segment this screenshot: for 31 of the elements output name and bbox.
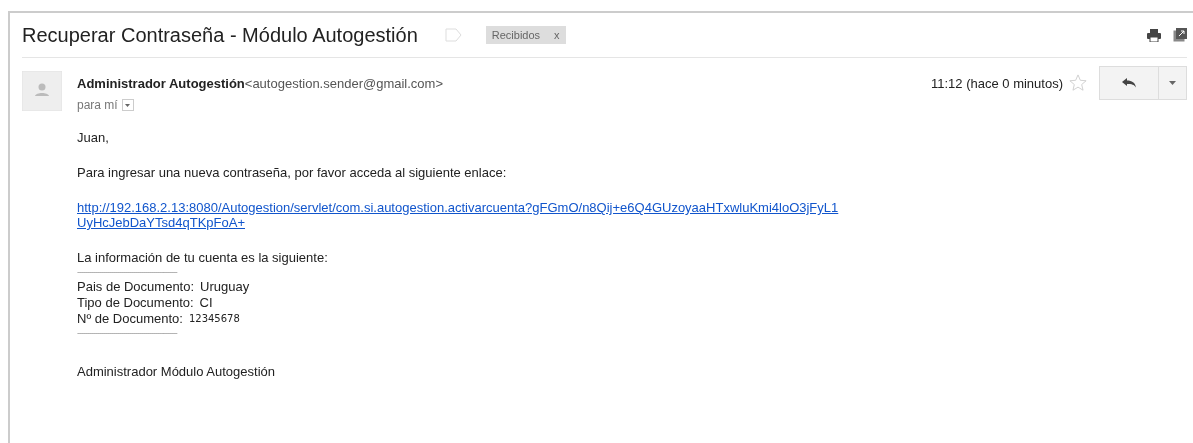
reply-icon — [1122, 78, 1136, 88]
field-value: 12345678 — [188, 312, 240, 326]
label-text: Recibidos — [491, 29, 541, 41]
info-heading: La información de tu cuenta es la siguiente: — [77, 250, 329, 266]
signature-text: Administrador Módulo Autogestión — [77, 364, 276, 379]
recipient-text: para mí — [77, 98, 118, 112]
field-label: Tipo de Documento: — [77, 295, 194, 311]
message-time: 11:12 (hace 0 minutos) — [931, 75, 1063, 91]
field-value: CI — [199, 295, 213, 311]
new-window-icon[interactable] — [1173, 28, 1187, 42]
separator-text: -------------------------------------------------- — [77, 327, 179, 340]
email-subject: Recuperar Contraseña - Módulo Autogestión — [22, 23, 418, 47]
reply-button[interactable] — [1099, 66, 1159, 100]
field-label: Pais de Documento: — [77, 279, 195, 295]
intro-text: Para ingresar una nueva contraseña, por favor acceda al siguiente enlace: — [77, 165, 508, 180]
remove-label-button[interactable]: x — [554, 29, 560, 41]
print-icon[interactable] — [1147, 28, 1161, 42]
star-icon[interactable] — [1069, 74, 1087, 92]
details-dropdown[interactable] — [121, 99, 134, 111]
reset-link[interactable]: http://192.168.2.13:8080/Autogestion/servlet/com.si.autogestion.activarcuenta?gFGmO/n8Qij+e6Q4GUzoyaaHTxwluKmi4loO3jFyL1 — [77, 200, 1187, 215]
separator-text: -------------------------------------------------- — [77, 266, 179, 279]
sender-email: <autogestion.sender@gmail.com> — [244, 75, 443, 91]
caret-icon — [125, 103, 131, 107]
reset-link[interactable]: UyHcJebDaYTsd4qTKpFoA+ — [77, 215, 1187, 230]
label-tag[interactable]: Recibidos x — [485, 26, 566, 44]
caret-icon — [1169, 81, 1176, 85]
sender-name: Administrador Autogestión — [77, 75, 245, 91]
greeting-text: Juan, — [77, 130, 110, 145]
field-label: Nº de Documento: — [77, 311, 183, 327]
field-value: Uruguay — [200, 279, 250, 295]
avatar-icon — [22, 71, 62, 111]
